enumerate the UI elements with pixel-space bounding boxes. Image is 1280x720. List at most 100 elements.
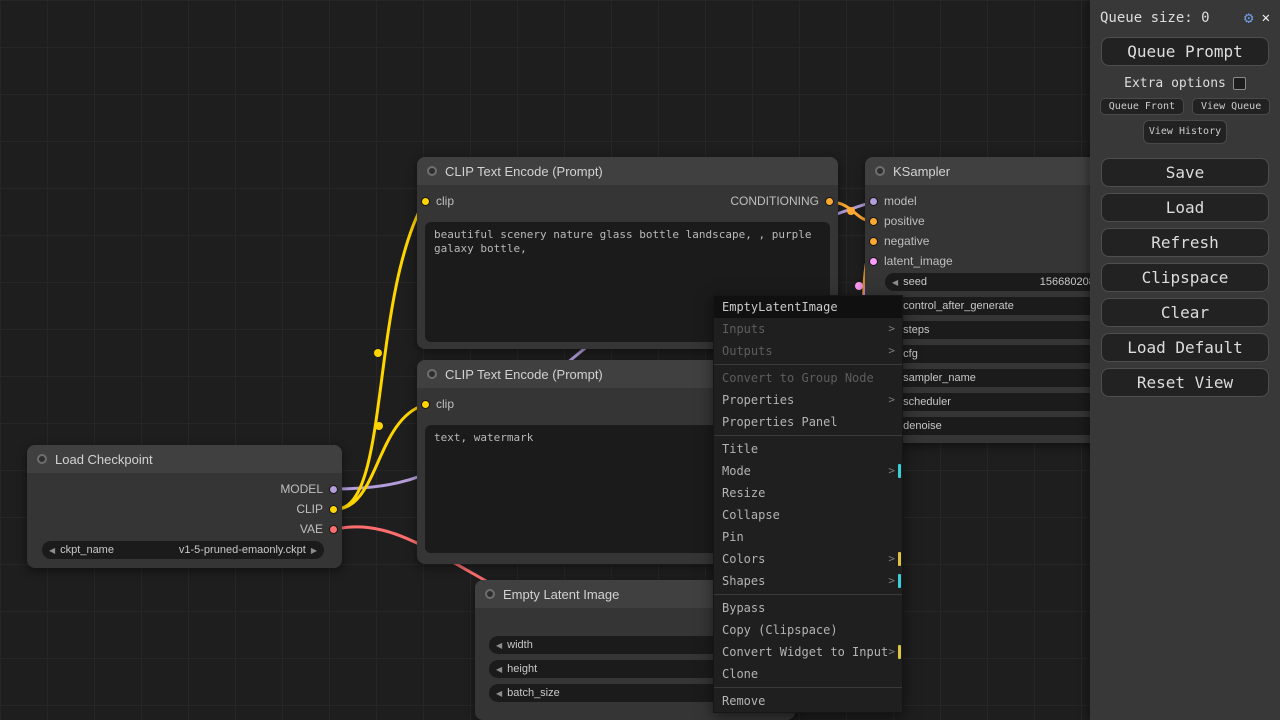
link-midpoint-dot [855, 282, 863, 290]
submenu-arrow-icon: > [888, 464, 895, 477]
widget-steps[interactable]: ◀ steps [885, 321, 1113, 339]
menu-item-clone[interactable]: Clone [714, 663, 902, 685]
widget-control-after-generate[interactable]: ◀ control_after_generate ran [885, 297, 1113, 315]
node-load-checkpoint[interactable]: Load Checkpoint MODEL CLIP VAE ◀ ckpt_na… [27, 445, 342, 568]
slot-label-model: MODEL [280, 482, 323, 496]
queue-controls-row: Queue Front View Queue [1099, 98, 1271, 115]
submenu-arrow-icon: > [888, 322, 895, 335]
menu-item-pin[interactable]: Pin [714, 526, 902, 548]
widget-label: sampler_name [903, 372, 976, 384]
submenu-arrow-icon: > [888, 552, 895, 565]
slot-dot-positive-input[interactable] [869, 217, 878, 226]
slot-dot-negative-input[interactable] [869, 237, 878, 246]
menu-item-mode[interactable]: Mode > [714, 460, 902, 482]
submenu-arrow-icon: > [888, 393, 895, 406]
context-menu: EmptyLatentImage Inputs > Outputs > Conv… [713, 295, 903, 713]
load-default-button[interactable]: Load Default [1101, 332, 1269, 362]
node-header[interactable]: CLIP Text Encode (Prompt) [417, 157, 838, 185]
extra-options-row: Extra options [1100, 76, 1270, 91]
node-canvas[interactable]: CLIP Text Encode (Prompt) clip CONDITION… [0, 0, 1280, 720]
node-header[interactable]: KSampler [865, 157, 1125, 185]
widget-sampler-name[interactable]: ◀ sampler_name [885, 369, 1113, 387]
collapse-dot-icon[interactable] [875, 166, 885, 176]
wire-clip-2 [334, 403, 426, 511]
decrement-arrow-icon[interactable]: ◀ [496, 665, 502, 674]
slot-label-clip: clip [436, 194, 455, 208]
node-title: Load Checkpoint [55, 451, 153, 467]
close-icon[interactable]: ✕ [1262, 10, 1270, 26]
queue-size-row: Queue size: 0 ⚙ ✕ [1100, 8, 1270, 27]
save-button[interactable]: Save [1101, 157, 1269, 187]
widget-label: ckpt_name [60, 544, 114, 556]
link-midpoint-dot [374, 349, 382, 357]
menu-item-copy-clipspace[interactable]: Copy (Clipspace) [714, 619, 902, 641]
node-title: CLIP Text Encode (Prompt) [445, 163, 603, 179]
widget-label: cfg [903, 348, 918, 360]
view-queue-button[interactable]: View Queue [1192, 98, 1271, 115]
menu-item-collapse[interactable]: Collapse [714, 504, 902, 526]
load-button[interactable]: Load [1101, 192, 1269, 222]
submenu-tick [898, 464, 901, 478]
menu-item-remove[interactable]: Remove [714, 690, 902, 712]
slot-dot-latent-image-input[interactable] [869, 257, 878, 266]
menu-item-bypass[interactable]: Bypass [714, 597, 902, 619]
queue-size-label: Queue size: 0 [1100, 9, 1210, 26]
menu-item-properties-panel[interactable]: Properties Panel [714, 411, 902, 433]
widget-label: denoise [903, 420, 942, 432]
slot-dot-model-input[interactable] [869, 197, 878, 206]
widget-ckpt-name[interactable]: ◀ ckpt_name v1-5-pruned-emaonly.ckpt ▶ [42, 541, 324, 559]
reset-view-button[interactable]: Reset View [1101, 367, 1269, 397]
decrement-arrow-icon[interactable]: ◀ [496, 641, 502, 650]
collapse-dot-icon[interactable] [485, 589, 495, 599]
slot-label-model: model [884, 194, 917, 208]
context-menu-title: EmptyLatentImage [714, 296, 902, 318]
slot-label-conditioning: CONDITIONING [730, 194, 819, 208]
queue-front-button[interactable]: Queue Front [1099, 98, 1185, 115]
link-midpoint-dot [847, 207, 855, 215]
slot-dot-clip-input[interactable] [421, 400, 430, 409]
node-title: KSampler [893, 163, 951, 179]
collapse-dot-icon[interactable] [427, 369, 437, 379]
widget-label: control_after_generate [903, 300, 1014, 312]
extra-options-checkbox[interactable] [1232, 77, 1246, 90]
widget-scheduler[interactable]: ◀ scheduler [885, 393, 1113, 411]
node-header[interactable]: Load Checkpoint [27, 445, 342, 473]
settings-gear-icon[interactable]: ⚙ [1244, 8, 1254, 27]
node-title: Empty Latent Image [503, 586, 620, 602]
queue-prompt-button[interactable]: Queue Prompt [1101, 37, 1269, 66]
node-ksampler[interactable]: KSampler model positive negative latent_… [865, 157, 1125, 443]
submenu-tick [898, 552, 901, 566]
clipspace-button[interactable]: Clipspace [1101, 262, 1269, 292]
decrement-arrow-icon[interactable]: ◀ [49, 546, 55, 555]
menu-item-colors[interactable]: Colors > [714, 548, 902, 570]
menu-item-convert-widget-to-input[interactable]: Convert Widget to Input > [714, 641, 902, 663]
menu-item-shapes[interactable]: Shapes > [714, 570, 902, 592]
slot-dot-clip-output[interactable] [329, 505, 338, 514]
widget-seed[interactable]: ◀ seed 156680208 ▶ [885, 273, 1113, 291]
refresh-button[interactable]: Refresh [1101, 227, 1269, 257]
slot-dot-model-output[interactable] [329, 485, 338, 494]
view-history-button[interactable]: View History [1143, 120, 1227, 144]
menu-item-resize[interactable]: Resize [714, 482, 902, 504]
slot-dot-vae-output[interactable] [329, 525, 338, 534]
widget-label: batch_size [507, 687, 560, 699]
submenu-arrow-icon: > [888, 645, 895, 658]
collapse-dot-icon[interactable] [37, 454, 47, 464]
menu-item-inputs: Inputs > [714, 318, 902, 340]
menu-item-outputs: Outputs > [714, 340, 902, 362]
widget-value: v1-5-pruned-emaonly.ckpt [178, 544, 306, 556]
widget-label: height [507, 663, 538, 675]
clear-button[interactable]: Clear [1101, 297, 1269, 327]
collapse-dot-icon[interactable] [427, 166, 437, 176]
extra-options-label: Extra options [1124, 76, 1226, 91]
widget-denoise[interactable]: ◀ denoise [885, 417, 1113, 435]
menu-item-properties[interactable]: Properties > [714, 389, 902, 411]
increment-arrow-icon[interactable]: ▶ [311, 546, 317, 555]
widget-cfg[interactable]: ◀ cfg [885, 345, 1113, 363]
menu-item-title[interactable]: Title [714, 438, 902, 460]
decrement-arrow-icon[interactable]: ◀ [892, 278, 898, 287]
slot-dot-conditioning-output[interactable] [825, 197, 834, 206]
decrement-arrow-icon[interactable]: ◀ [496, 689, 502, 698]
slot-dot-clip-input[interactable] [421, 197, 430, 206]
slot-label-clip: clip [436, 397, 455, 411]
